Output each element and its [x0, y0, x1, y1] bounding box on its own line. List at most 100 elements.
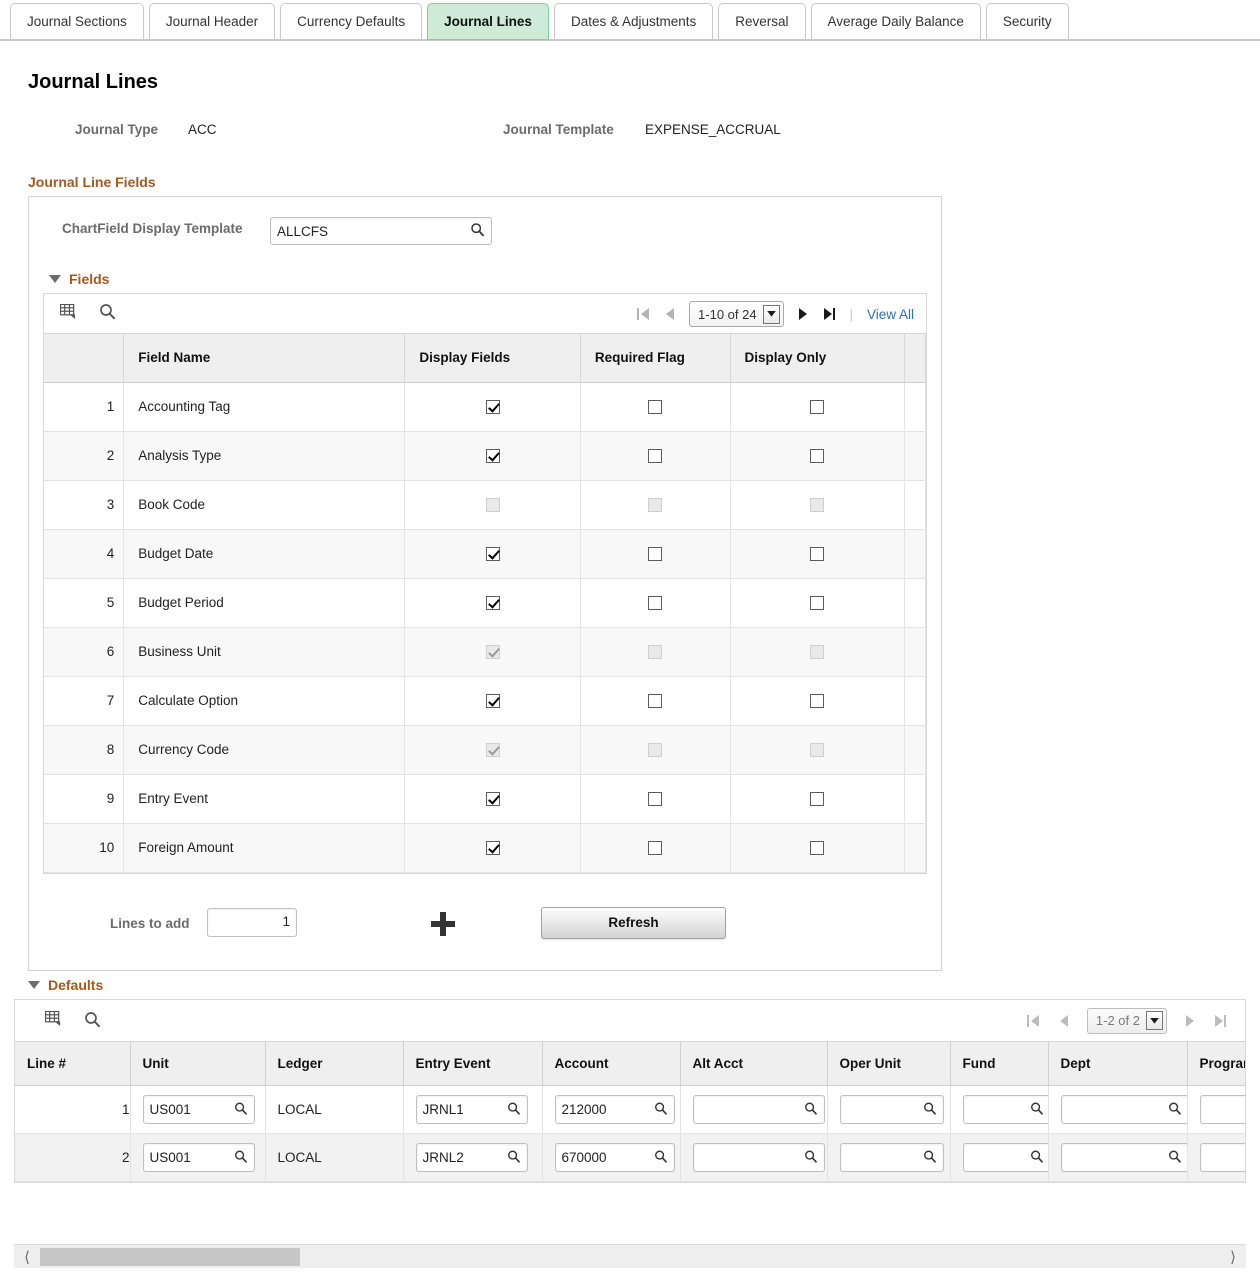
display-only-checkbox-cell: [730, 480, 905, 530]
display-only-checkbox[interactable]: [810, 841, 825, 856]
display-only-checkbox[interactable]: [810, 792, 825, 807]
display-fields-checkbox[interactable]: [485, 547, 500, 562]
program-input[interactable]: [1200, 1096, 1245, 1123]
fields-page-selector[interactable]: 1-10 of 24: [689, 301, 784, 327]
unit-field[interactable]: [142, 1143, 255, 1172]
tab-journal-lines[interactable]: Journal Lines: [427, 3, 549, 40]
display-fields-checkbox[interactable]: [485, 400, 500, 415]
previous-page-icon[interactable]: [664, 307, 675, 321]
required-flag-checkbox[interactable]: [648, 694, 663, 709]
unit-field[interactable]: [142, 1095, 255, 1124]
lines-to-add-input[interactable]: [208, 908, 296, 935]
scrollbar-track[interactable]: [40, 1245, 1220, 1269]
lines-to-add-row: Lines to add Refresh: [29, 896, 941, 956]
alt-acct-input[interactable]: [693, 1144, 824, 1171]
last-page-icon[interactable]: [823, 307, 836, 321]
scroll-left-icon[interactable]: ⟨: [14, 1248, 40, 1266]
defaults-col-ledger: Ledger: [265, 1041, 404, 1086]
display-fields-checkbox[interactable]: [485, 792, 500, 807]
chartfield-display-template-field[interactable]: [270, 217, 492, 245]
oper-unit-field[interactable]: [839, 1095, 944, 1124]
dept-field[interactable]: [1060, 1095, 1186, 1124]
plus-icon[interactable]: [431, 911, 455, 936]
defaults-page-selector[interactable]: 1-2 of 2: [1086, 1007, 1167, 1034]
next-page-icon[interactable]: [1185, 1014, 1196, 1028]
required-flag-checkbox[interactable]: [648, 449, 663, 464]
dept-field[interactable]: [1060, 1143, 1186, 1172]
first-page-icon[interactable]: [1026, 1014, 1040, 1028]
fund-input[interactable]: [963, 1144, 1047, 1171]
oper-unit-input[interactable]: [840, 1144, 943, 1171]
required-flag-checkbox: [648, 743, 663, 758]
entry-event-input[interactable]: [416, 1096, 527, 1123]
fund-field[interactable]: [962, 1143, 1047, 1172]
required-flag-checkbox[interactable]: [648, 596, 663, 611]
chartfield-display-template-input[interactable]: [271, 218, 461, 244]
search-icon[interactable]: [99, 303, 116, 323]
tab-average-daily-balance[interactable]: Average Daily Balance: [810, 3, 981, 40]
display-only-checkbox[interactable]: [810, 694, 825, 709]
unit-input[interactable]: [143, 1096, 254, 1123]
fund-input[interactable]: [963, 1096, 1047, 1123]
dept-input[interactable]: [1061, 1144, 1186, 1171]
lookup-icon[interactable]: [470, 222, 485, 240]
refresh-button[interactable]: Refresh: [541, 906, 726, 939]
display-only-checkbox[interactable]: [810, 596, 825, 611]
tab-journal-header[interactable]: Journal Header: [148, 3, 276, 40]
program-field[interactable]: [1199, 1095, 1245, 1124]
next-page-icon[interactable]: [798, 307, 809, 321]
view-all-link[interactable]: View All: [867, 307, 914, 322]
display-fields-checkbox[interactable]: [485, 841, 500, 856]
horizontal-scrollbar[interactable]: ⟨ ⟩: [14, 1244, 1246, 1268]
required-flag-checkbox[interactable]: [648, 400, 663, 415]
entry-event-field[interactable]: [415, 1095, 528, 1124]
required-flag-checkbox[interactable]: [648, 792, 663, 807]
grid-personalize-icon[interactable]: [59, 303, 77, 323]
fields-section-toggle[interactable]: Fields: [49, 271, 941, 287]
fields-table: Field Name Display Fields Required Flag …: [44, 334, 926, 873]
tab-currency-defaults[interactable]: Currency Defaults: [280, 3, 423, 40]
display-fields-checkbox[interactable]: [485, 694, 500, 709]
tab-dates-adjustments[interactable]: Dates & Adjustments: [553, 3, 714, 40]
entry-event-field[interactable]: [415, 1143, 528, 1172]
oper-unit-field[interactable]: [839, 1143, 944, 1172]
tab-reversal[interactable]: Reversal: [718, 3, 806, 40]
first-page-icon[interactable]: [637, 307, 650, 321]
required-flag-checkbox[interactable]: [648, 547, 663, 562]
fund-field[interactable]: [962, 1095, 1047, 1124]
alt-acct-field[interactable]: [692, 1095, 825, 1124]
scroll-right-icon[interactable]: ⟩: [1220, 1248, 1246, 1266]
account-field[interactable]: [554, 1095, 675, 1124]
tab-security[interactable]: Security: [985, 3, 1069, 40]
account-input[interactable]: [555, 1144, 674, 1171]
account-field[interactable]: [554, 1143, 675, 1172]
lines-to-add-field[interactable]: [207, 907, 297, 937]
dept-input[interactable]: [1061, 1096, 1186, 1123]
unit-input[interactable]: [143, 1144, 254, 1171]
chevron-down-icon[interactable]: [762, 304, 780, 324]
previous-page-icon[interactable]: [1058, 1014, 1069, 1028]
display-only-checkbox[interactable]: [810, 547, 825, 562]
search-icon[interactable]: [84, 1011, 101, 1031]
display-fields-checkbox[interactable]: [485, 449, 500, 464]
required-flag-checkbox[interactable]: [648, 841, 663, 856]
tab-journal-sections[interactable]: Journal Sections: [10, 3, 144, 40]
display-only-checkbox[interactable]: [810, 400, 825, 415]
grid-personalize-icon[interactable]: [44, 1010, 62, 1030]
line-number: 1: [15, 1085, 131, 1134]
last-page-icon[interactable]: [1214, 1014, 1227, 1028]
oper-unit-input[interactable]: [840, 1096, 943, 1123]
alt-acct-input[interactable]: [693, 1096, 824, 1123]
scrollbar-thumb[interactable]: [40, 1247, 300, 1266]
defaults-section-toggle[interactable]: Defaults: [28, 977, 1260, 993]
display-fields-checkbox-cell: [404, 578, 581, 628]
program-input[interactable]: [1200, 1144, 1245, 1171]
display-fields-checkbox[interactable]: [485, 596, 500, 611]
entry-event-input[interactable]: [416, 1144, 527, 1171]
program-field[interactable]: [1199, 1143, 1245, 1172]
alt-acct-field[interactable]: [692, 1143, 825, 1172]
field-name-cell: Budget Date: [123, 529, 406, 579]
display-only-checkbox[interactable]: [810, 449, 825, 464]
account-input[interactable]: [555, 1096, 674, 1123]
chevron-down-icon[interactable]: [1146, 1011, 1163, 1030]
